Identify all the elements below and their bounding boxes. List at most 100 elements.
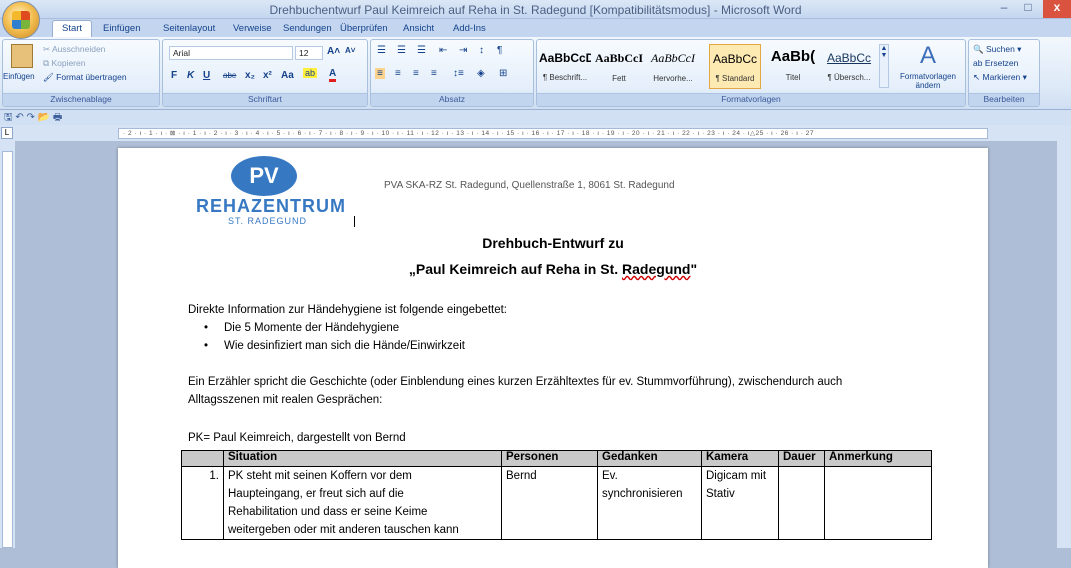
cell-kamera[interactable]: Digicam mit Stativ — [701, 466, 779, 540]
strikethrough-button[interactable]: abe — [223, 71, 236, 80]
tab-add-ins[interactable]: Add-Ins — [453, 21, 486, 36]
bold-button[interactable]: F — [171, 70, 177, 81]
tab-selector[interactable]: L — [1, 127, 13, 139]
sort-icon[interactable]: ↕ — [479, 45, 484, 56]
pk-line: PK= Paul Keimreich, dargestellt von Bern… — [188, 432, 406, 444]
bullet-list-icon[interactable]: ☰ — [377, 45, 386, 56]
cell-personen[interactable]: Bernd — [501, 466, 598, 540]
change-styles-icon: A — [919, 42, 936, 69]
ruler-scale[interactable]: · 2 · ı · 1 · ı · ⊠ · ı · 1 · ı · 2 · ı … — [118, 128, 988, 139]
cell-line: weitergeben oder mit anderen tauschen ka… — [228, 524, 459, 536]
find-icon: 🔍 — [973, 44, 984, 54]
horizontal-ruler: L · 2 · ı · 1 · ı · ⊠ · ı · 1 · ı · 2 · … — [0, 125, 1071, 141]
tab-einfuegen[interactable]: Einfügen — [103, 21, 141, 36]
ribbon-tabs: Start Einfügen Seitenlayout Verweise Sen… — [0, 19, 1071, 38]
highlight-button[interactable]: ab — [303, 68, 318, 78]
shading-icon[interactable]: ◈ — [477, 68, 485, 79]
style-name: Fett — [612, 74, 626, 83]
underline-button[interactable]: U — [203, 70, 210, 81]
minimize-button[interactable]: – — [991, 0, 1017, 18]
change-case-button[interactable]: Aa — [281, 70, 294, 81]
change-styles-button[interactable]: Formatvorlagen ändern — [893, 72, 963, 90]
justify-icon[interactable]: ≡ — [431, 68, 437, 79]
cell-situation[interactable]: PK steht mit seinen Koffern vor dem Haup… — [223, 466, 502, 540]
align-right-icon[interactable]: ≡ — [413, 68, 419, 79]
select-icon: ↖ — [973, 72, 981, 82]
select-button[interactable]: ↖ Markieren ▾ — [973, 72, 1027, 83]
numbered-list-icon[interactable]: ☰ — [397, 45, 406, 56]
style-ueberschrift[interactable]: AaBbCc ¶ Übersch... — [823, 44, 875, 89]
document-page[interactable]: PV REHAZENTRUM ST. RADEGUND PVA SKA-RZ S… — [118, 148, 988, 568]
office-button[interactable] — [2, 1, 40, 39]
save-icon[interactable]: 🖫 — [4, 112, 13, 123]
style-hervorhebung[interactable]: AaBbCcI Hervorhe... — [647, 44, 699, 89]
increase-indent-icon[interactable]: ⇥ — [459, 45, 467, 56]
styles-scroll[interactable]: ▲ ▼ — [879, 44, 889, 88]
style-name: ¶ Übersch... — [827, 73, 871, 82]
vertical-ruler — [0, 141, 15, 548]
find-button[interactable]: 🔍 Suchen ▾ — [973, 44, 1021, 55]
script-table: Situation Personen Gedanken Kamera Dauer… — [181, 450, 932, 540]
cell-line: Digicam mit — [706, 470, 767, 482]
styles-group: AaBbCcD ¶ Beschrift... AaBbCcI Fett AaBb… — [536, 39, 966, 107]
font-family-select[interactable]: Arial — [169, 46, 293, 60]
paragraph-group: ☰ ☰ ☰ ⇤ ⇥ ↕ ¶ ≡ ≡ ≡ ≡ ↕≡ ◈ ⊞ Absatz — [370, 39, 534, 107]
align-left-icon[interactable]: ≡ — [375, 68, 385, 79]
office-logo-icon — [12, 11, 30, 29]
print-icon[interactable]: 🖶 — [53, 112, 62, 123]
superscript-button[interactable]: x² — [263, 70, 272, 81]
tab-start[interactable]: Start — [52, 20, 93, 38]
decrease-indent-icon[interactable]: ⇤ — [439, 45, 447, 56]
table-row: 1. PK steht mit seinen Koffern vor dem H… — [181, 466, 932, 540]
replace-button[interactable]: ab Ersetzen — [973, 58, 1018, 68]
font-color-button[interactable]: A — [329, 68, 337, 82]
cut-button[interactable]: ✂ Ausschneiden — [43, 44, 105, 55]
vertical-scrollbar[interactable] — [1057, 141, 1071, 548]
style-preview: AaBbCcI — [651, 51, 695, 65]
header-nr — [181, 450, 224, 467]
tab-sendungen[interactable]: Sendungen — [283, 21, 332, 36]
cell-gedanken[interactable]: Ev. synchronisieren — [597, 466, 702, 540]
subtitle-quote: " — [690, 261, 698, 277]
style-preview: AaBbCcD — [539, 51, 591, 65]
cell-line: synchronisieren — [602, 488, 683, 500]
align-center-icon[interactable]: ≡ — [395, 68, 401, 79]
cell-anmerkung[interactable] — [824, 466, 932, 540]
style-fett[interactable]: AaBbCcI Fett — [593, 44, 645, 89]
narrator-paragraph-line1: Ein Erzähler spricht die Geschichte (ode… — [188, 376, 843, 388]
multilevel-list-icon[interactable]: ☰ — [417, 45, 426, 56]
clipboard-group-label: Zwischenablage — [3, 93, 159, 106]
subscript-button[interactable]: x₂ — [245, 70, 255, 81]
italic-button[interactable]: K — [187, 70, 194, 81]
cell-line: PK steht mit seinen Koffern vor dem — [228, 470, 412, 482]
header-dauer: Dauer — [778, 450, 825, 467]
pilcrow-icon[interactable]: ¶ — [497, 45, 502, 56]
paste-button[interactable]: Einfügen — [3, 72, 35, 81]
line-spacing-icon[interactable]: ↕≡ — [453, 68, 464, 79]
maximize-button[interactable]: □ — [1015, 0, 1041, 18]
close-button[interactable]: x — [1043, 0, 1071, 18]
editing-group: 🔍 Suchen ▾ ab Ersetzen ↖ Markieren ▾ Bea… — [968, 39, 1040, 107]
tab-seitenlayout[interactable]: Seitenlayout — [163, 21, 215, 36]
border-icon[interactable]: ⊞ — [499, 68, 507, 79]
grow-font-button[interactable]: A˄ — [327, 46, 340, 57]
font-size-select[interactable]: 12 — [295, 46, 323, 60]
redo-icon[interactable]: ↷ — [26, 112, 34, 123]
tab-verweise[interactable]: Verweise — [233, 21, 272, 36]
copy-button[interactable]: ⧉ Kopieren — [43, 58, 85, 69]
tab-ansicht[interactable]: Ansicht — [403, 21, 434, 36]
cell-nr[interactable]: 1. — [181, 466, 224, 540]
logo-sub-text: ST. RADEGUND — [228, 216, 308, 226]
open-icon[interactable]: 📂 — [38, 112, 50, 123]
format-painter-button[interactable]: 🖌 Format übertragen — [43, 72, 127, 83]
style-standard[interactable]: AaBbCc ¶ Standard — [709, 44, 761, 89]
title-bar: Drehbuchentwurf Paul Keimreich auf Reha … — [0, 0, 1071, 19]
clipboard-group: Einfügen ✂ Ausschneiden ⧉ Kopieren 🖌 For… — [2, 39, 160, 107]
undo-icon[interactable]: ↶ — [15, 112, 23, 123]
cell-dauer[interactable] — [778, 466, 825, 540]
style-titel[interactable]: AaBb( Titel — [767, 44, 819, 89]
style-beschriftung[interactable]: AaBbCcD ¶ Beschrift... — [539, 44, 591, 89]
tab-ueberpruefen[interactable]: Überprüfen — [340, 21, 388, 36]
header-situation: Situation — [223, 450, 502, 467]
shrink-font-button[interactable]: A˅ — [345, 46, 355, 55]
